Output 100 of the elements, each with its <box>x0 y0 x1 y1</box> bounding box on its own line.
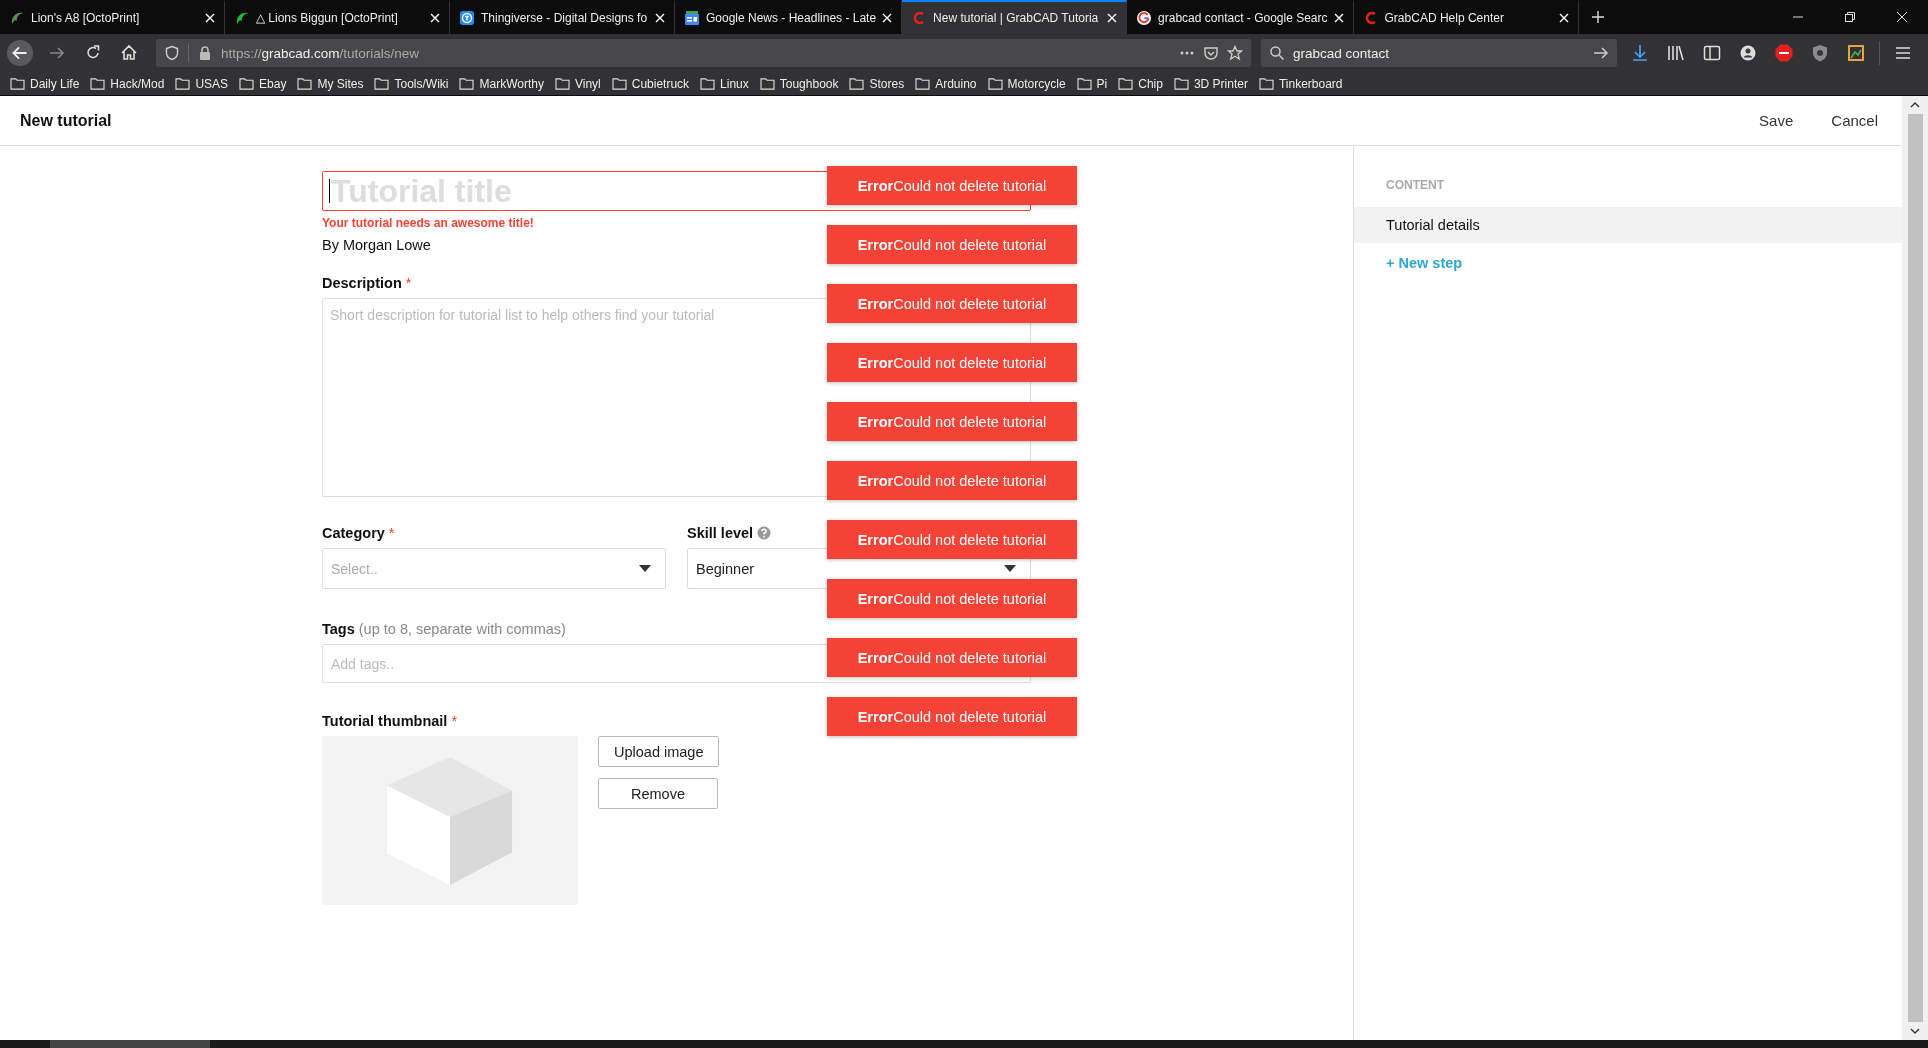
error-toast: ErrorCould not delete tutorial <box>827 225 1077 264</box>
bookmark[interactable]: Tinkerboard <box>1258 76 1343 91</box>
tab-title: △ Lions Biggun [OctoPrint] <box>256 11 399 25</box>
leaf-icon <box>234 10 250 26</box>
lock-icon <box>197 45 213 61</box>
g-logo-icon <box>1136 10 1153 26</box>
header-action[interactable]: Save <box>1755 106 1798 135</box>
bookmark[interactable]: Chip <box>1118 76 1163 91</box>
required-mark: * <box>405 275 412 291</box>
folder-icon <box>1258 77 1274 90</box>
star-icon[interactable] <box>1227 45 1243 61</box>
url-text: https://grabcad.com/tutorials/new <box>221 45 420 61</box>
field-label: Category <box>322 525 385 541</box>
search-icon <box>1269 45 1285 61</box>
restore-icon[interactable] <box>1844 11 1856 23</box>
caret-icon <box>639 565 651 572</box>
sidebar-heading: CONTENT <box>1385 178 1445 192</box>
error-toast: ErrorCould not delete tutorial <box>827 520 1077 559</box>
field-label: Skill level <box>687 525 754 541</box>
shield-icon[interactable] <box>1810 43 1830 63</box>
folder-icon <box>374 77 390 90</box>
folder-icon <box>90 77 106 90</box>
news-icon <box>684 10 700 26</box>
shield-icon <box>164 45 180 61</box>
tab-title: grabcad contact - Google Searc <box>1158 11 1328 25</box>
folder-icon <box>239 77 255 90</box>
bookmark[interactable]: Linux <box>700 76 749 91</box>
back-icon[interactable] <box>6 39 34 67</box>
bookmark[interactable]: Cubietruck <box>611 76 690 91</box>
new-tab-icon[interactable] <box>1590 10 1605 24</box>
picture-frame-icon[interactable] <box>1846 43 1866 63</box>
thumbnail-button[interactable]: Remove <box>598 778 718 809</box>
folder-icon <box>10 77 25 90</box>
tab-title: Google News - Headlines - Late <box>706 11 877 25</box>
bookmark[interactable]: Pi <box>1076 76 1108 91</box>
required-mark: * <box>388 525 395 541</box>
folder-icon <box>1118 77 1134 90</box>
error-toast: ErrorCould not delete tutorial <box>827 579 1077 618</box>
account-icon[interactable] <box>1738 43 1758 63</box>
page-title: New tutorial <box>20 111 112 130</box>
bookmark[interactable]: Motorcycle <box>987 76 1066 91</box>
search-field[interactable]: grabcad contact <box>1261 39 1617 67</box>
badge-icon <box>459 10 475 26</box>
scrollbar[interactable] <box>1902 96 1928 1040</box>
bookmark[interactable]: MarkWorthy <box>459 76 544 91</box>
bookmark[interactable]: 3D Printer <box>1173 76 1248 91</box>
stop-sign-icon[interactable] <box>1774 43 1794 63</box>
sidebar-item[interactable]: Tutorial details <box>1354 207 1902 243</box>
library-icon[interactable] <box>1666 43 1686 63</box>
error-toast: ErrorCould not delete tutorial <box>827 284 1077 323</box>
error-toast: ErrorCould not delete tutorial <box>827 166 1077 205</box>
thumbnail-button[interactable]: Upload image <box>598 736 720 767</box>
field-label: Description <box>322 275 402 291</box>
folder-icon <box>1076 77 1092 90</box>
tab-title: Lion's A8 [OctoPrint] <box>31 11 141 25</box>
required-mark: * <box>451 713 458 729</box>
tab-title: New tutorial | GrabCAD Tutoria <box>933 11 1100 25</box>
bookmark[interactable]: Daily Life <box>10 76 80 91</box>
bookmark[interactable]: Stores <box>849 76 905 91</box>
cube-icon <box>386 756 514 885</box>
help-icon[interactable] <box>757 526 772 540</box>
folder-icon <box>700 77 716 90</box>
folder-icon <box>297 77 313 90</box>
caret-icon <box>1004 565 1016 572</box>
folder-icon <box>611 77 627 90</box>
folder-icon <box>459 77 475 90</box>
arrow-icon[interactable] <box>1593 45 1609 61</box>
bookmark[interactable]: Vinyl <box>554 76 601 91</box>
bookmark[interactable]: Tools/Wiki <box>374 76 449 91</box>
error-toast: ErrorCould not delete tutorial <box>827 461 1077 500</box>
field-label: Tutorial thumbnail <box>322 713 448 729</box>
folder-icon <box>915 77 931 90</box>
error-message: Your tutorial needs an awesome title! <box>322 216 534 230</box>
error-toast: ErrorCould not delete tutorial <box>827 697 1077 736</box>
folder-icon <box>175 77 191 90</box>
folder-icon <box>759 77 775 90</box>
bookmark[interactable]: Arduino <box>915 76 977 91</box>
bookmark[interactable]: Hack/Mod <box>90 76 165 91</box>
tab-title: Thingiverse - Digital Designs fo <box>481 11 649 25</box>
leaf-icon <box>9 10 25 26</box>
bookmark[interactable]: USAS <box>175 76 229 91</box>
folder-icon <box>554 77 570 90</box>
folder-icon <box>987 77 1003 90</box>
download-icon[interactable] <box>1630 43 1650 63</box>
folder-icon <box>849 77 865 90</box>
pocket-icon[interactable] <box>1203 45 1219 61</box>
bookmark[interactable]: Toughbook <box>759 76 839 91</box>
scroll-up-icon[interactable] <box>1910 102 1920 108</box>
bookmark[interactable]: My Sites <box>297 76 364 91</box>
sidebar-icon[interactable] <box>1702 43 1722 63</box>
browser-tab[interactable]: New tutorial | GrabCAD Tutoria <box>902 0 1128 34</box>
scroll-down-icon[interactable] <box>1910 1028 1920 1034</box>
home-icon[interactable] <box>119 43 139 63</box>
error-toast: ErrorCould not delete tutorial <box>827 638 1077 677</box>
header-action[interactable]: Cancel <box>1827 106 1882 135</box>
bookmark[interactable]: Ebay <box>239 76 287 91</box>
address-bar[interactable]: https://grabcad.com/tutorials/new <box>156 39 1251 67</box>
close-icon[interactable] <box>1896 11 1908 23</box>
author-text: By Morgan Lowe <box>322 237 431 253</box>
error-toast: ErrorCould not delete tutorial <box>827 343 1077 382</box>
